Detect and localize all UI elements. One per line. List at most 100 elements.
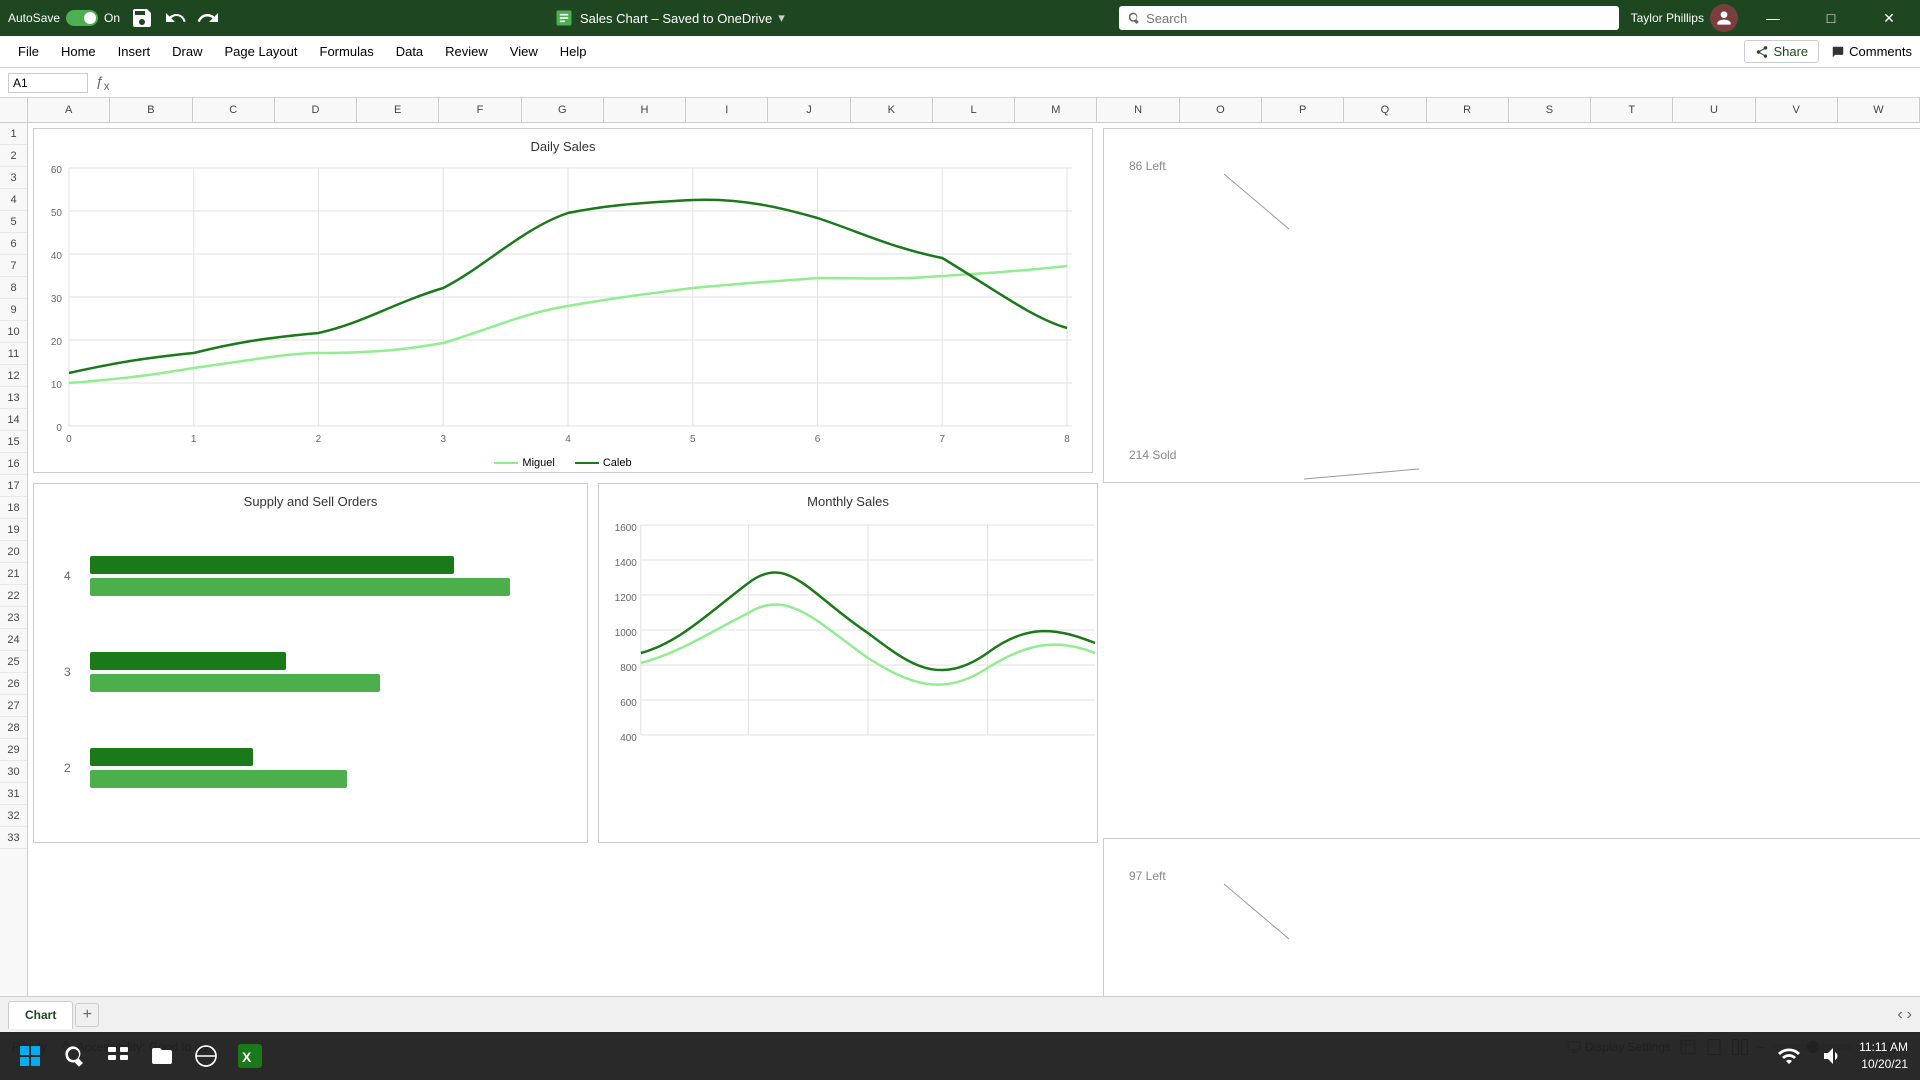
col-i[interactable]: I xyxy=(686,98,768,122)
col-e[interactable]: E xyxy=(357,98,439,122)
search-taskbar-icon[interactable] xyxy=(56,1038,92,1074)
file-explorer-icon[interactable] xyxy=(144,1038,180,1074)
col-f[interactable]: F xyxy=(439,98,521,122)
col-c[interactable]: C xyxy=(193,98,275,122)
col-d[interactable]: D xyxy=(275,98,357,122)
col-j[interactable]: J xyxy=(768,98,850,122)
network-icon[interactable] xyxy=(1771,1038,1807,1074)
col-n[interactable]: N xyxy=(1097,98,1179,122)
row-20[interactable]: 20 xyxy=(0,541,27,563)
undo-icon[interactable] xyxy=(164,6,188,30)
save-icon[interactable] xyxy=(128,4,156,32)
tab-scroll-left[interactable]: ‹ xyxy=(1897,1006,1902,1024)
user-avatar[interactable] xyxy=(1710,4,1738,32)
col-a[interactable]: A xyxy=(28,98,110,122)
col-s[interactable]: S xyxy=(1509,98,1591,122)
row-4[interactable]: 4 xyxy=(0,189,27,211)
row-32[interactable]: 32 xyxy=(0,805,27,827)
browser-icon[interactable] xyxy=(188,1038,224,1074)
row-14[interactable]: 14 xyxy=(0,409,27,431)
col-q[interactable]: Q xyxy=(1344,98,1426,122)
menu-item-pagelayout[interactable]: Page Layout xyxy=(215,40,308,63)
sheet-tab-chart[interactable]: Chart xyxy=(8,1001,73,1029)
row-1[interactable]: 1 xyxy=(0,123,27,145)
add-sheet-button[interactable]: + xyxy=(75,1003,99,1027)
col-m[interactable]: M xyxy=(1015,98,1097,122)
menu-item-insert[interactable]: Insert xyxy=(108,40,161,63)
row-8[interactable]: 8 xyxy=(0,277,27,299)
row-27[interactable]: 27 xyxy=(0,695,27,717)
col-b[interactable]: B xyxy=(110,98,192,122)
menu-item-file[interactable]: File xyxy=(8,40,49,63)
row-30[interactable]: 30 xyxy=(0,761,27,783)
share-button[interactable]: Share xyxy=(1744,40,1819,63)
row-7[interactable]: 7 xyxy=(0,255,27,277)
minimize-button[interactable]: — xyxy=(1750,0,1796,36)
menu-item-draw[interactable]: Draw xyxy=(162,40,212,63)
row-11[interactable]: 11 xyxy=(0,343,27,365)
row-15[interactable]: 15 xyxy=(0,431,27,453)
volume-icon[interactable] xyxy=(1815,1038,1851,1074)
row-28[interactable]: 28 xyxy=(0,717,27,739)
search-input[interactable] xyxy=(1146,11,1611,26)
col-p[interactable]: P xyxy=(1262,98,1344,122)
row-33[interactable]: 33 xyxy=(0,827,27,849)
row-6[interactable]: 6 xyxy=(0,233,27,255)
donut-chart-2[interactable]: 97 Left Sale xyxy=(1103,838,1920,996)
maximize-button[interactable]: □ xyxy=(1808,0,1854,36)
menu-item-view[interactable]: View xyxy=(500,40,548,63)
row-18[interactable]: 18 xyxy=(0,497,27,519)
row-16[interactable]: 16 xyxy=(0,453,27,475)
row-10[interactable]: 10 xyxy=(0,321,27,343)
col-k[interactable]: K xyxy=(851,98,933,122)
search-bar[interactable] xyxy=(1119,6,1619,30)
col-g[interactable]: G xyxy=(522,98,604,122)
cell-reference[interactable] xyxy=(8,73,88,93)
row-12[interactable]: 12 xyxy=(0,365,27,387)
daily-sales-chart[interactable]: Daily Sales 60 50 40 30 20 10 0 xyxy=(33,128,1093,473)
menu-item-data[interactable]: Data xyxy=(386,40,433,63)
col-h[interactable]: H xyxy=(604,98,686,122)
row-13[interactable]: 13 xyxy=(0,387,27,409)
col-w[interactable]: W xyxy=(1838,98,1920,122)
col-t[interactable]: T xyxy=(1591,98,1673,122)
monthly-sales-chart[interactable]: Monthly Sales 1600 1400 1200 1000 800 60… xyxy=(598,483,1098,843)
row-19[interactable]: 19 xyxy=(0,519,27,541)
col-o[interactable]: O xyxy=(1180,98,1262,122)
redo-icon[interactable] xyxy=(196,6,220,30)
col-u[interactable]: U xyxy=(1673,98,1755,122)
comments-button[interactable]: Comments xyxy=(1831,44,1912,59)
row-26[interactable]: 26 xyxy=(0,673,27,695)
row-25[interactable]: 25 xyxy=(0,651,27,673)
menu-item-formulas[interactable]: Formulas xyxy=(310,40,384,63)
row-31[interactable]: 31 xyxy=(0,783,27,805)
donut-chart-1[interactable]: 86 Left 214 Sold xyxy=(1103,128,1920,483)
svg-text:400: 400 xyxy=(620,733,637,744)
row-21[interactable]: 21 xyxy=(0,563,27,585)
menu-item-help[interactable]: Help xyxy=(550,40,597,63)
start-button[interactable] xyxy=(12,1038,48,1074)
col-v[interactable]: V xyxy=(1756,98,1838,122)
autosave-toggle[interactable] xyxy=(66,10,98,26)
menu-item-home[interactable]: Home xyxy=(51,40,106,63)
row-3[interactable]: 3 xyxy=(0,167,27,189)
title-dropdown-icon[interactable]: ▾ xyxy=(778,10,785,26)
donut1-label-top: 86 Left xyxy=(1129,159,1166,173)
row-17[interactable]: 17 xyxy=(0,475,27,497)
row-22[interactable]: 22 xyxy=(0,585,27,607)
row-23[interactable]: 23 xyxy=(0,607,27,629)
close-button[interactable]: ✕ xyxy=(1866,0,1912,36)
excel-taskbar-icon[interactable]: X xyxy=(232,1038,268,1074)
row-9[interactable]: 9 xyxy=(0,299,27,321)
formula-input[interactable] xyxy=(118,75,1912,90)
row-5[interactable]: 5 xyxy=(0,211,27,233)
row-2[interactable]: 2 xyxy=(0,145,27,167)
col-l[interactable]: L xyxy=(933,98,1015,122)
row-29[interactable]: 29 xyxy=(0,739,27,761)
row-24[interactable]: 24 xyxy=(0,629,27,651)
supply-sell-chart[interactable]: Supply and Sell Orders 4 3 xyxy=(33,483,588,843)
task-view-icon[interactable] xyxy=(100,1038,136,1074)
tab-scroll-right[interactable]: › xyxy=(1907,1006,1912,1024)
col-r[interactable]: R xyxy=(1427,98,1509,122)
menu-item-review[interactable]: Review xyxy=(435,40,498,63)
